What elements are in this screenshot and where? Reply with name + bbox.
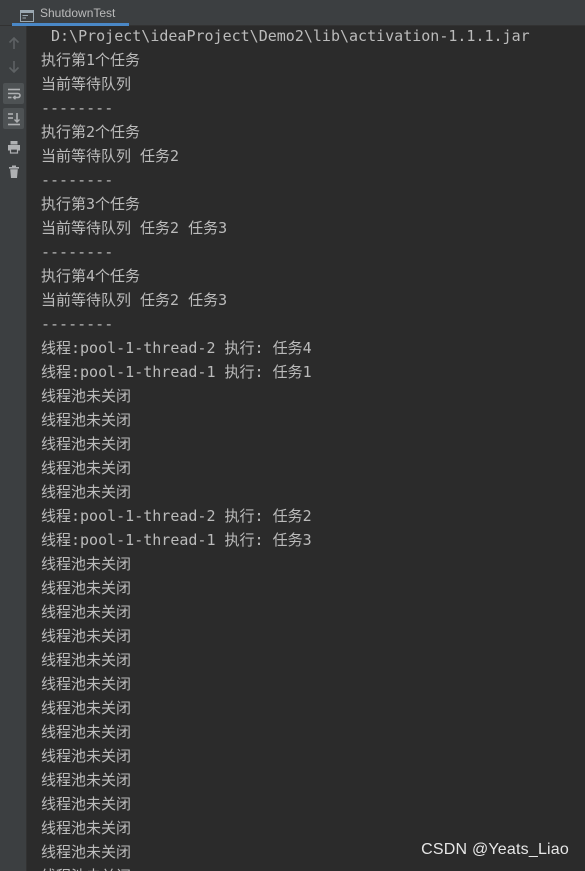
console-line: 线程池未关闭: [41, 435, 132, 453]
console-line: 线程池未关闭: [41, 627, 132, 645]
console-line: 执行第1个任务: [41, 51, 141, 69]
console-output[interactable]: D:\Project\ideaProject\Demo2\lib\activat…: [41, 24, 585, 871]
console-line: 线程池未关闭: [41, 411, 132, 429]
console-line: 线程池未关闭: [41, 723, 132, 741]
console-line: --------: [41, 243, 114, 261]
scroll-to-end-button[interactable]: [3, 108, 24, 129]
tab-bar: ShutdownTest: [0, 0, 585, 26]
console-lines: 执行第1个任务 当前等待队列 -------- 执行第2个任务当前等待队列 任务2 --…: [41, 48, 585, 871]
watermark: CSDN @Yeats_Liao: [421, 841, 569, 858]
console-line: 线程池未关闭: [41, 579, 132, 597]
console-line: 线程:pool-1-thread-1 执行: 任务1: [41, 363, 312, 381]
console-line: 执行第3个任务: [41, 195, 141, 213]
console-line: 线程池未关闭: [41, 771, 132, 789]
console-line: 执行第4个任务: [41, 267, 141, 285]
console-line: 线程池未关闭: [41, 864, 585, 871]
console-line: 线程:pool-1-thread-2 执行: 任务4: [41, 339, 312, 357]
console-line: 当前等待队列: [41, 75, 132, 93]
console-line: --------: [41, 99, 114, 117]
console-toolbar: [0, 26, 27, 871]
console-line: 线程池未关闭: [41, 483, 132, 501]
print-button[interactable]: [3, 136, 24, 157]
console-line: 线程池未关闭: [41, 387, 132, 405]
arrow-up-icon: [8, 36, 20, 50]
run-tool-window: ShutdownTest D:\Project\ideaProject\Demo…: [0, 0, 585, 871]
tab-shutdown-test[interactable]: ShutdownTest: [12, 0, 130, 26]
print-icon: [7, 140, 21, 154]
soft-wrap-icon: [7, 87, 21, 101]
console-line: 线程池未关闭: [41, 555, 132, 573]
up-button[interactable]: [3, 32, 24, 53]
console-line: --------: [41, 315, 114, 333]
console-line: 线程池未关闭: [41, 699, 132, 717]
soft-wrap-button[interactable]: [3, 83, 24, 104]
console-line: 线程池未关闭: [41, 651, 132, 669]
console-line: 执行第2个任务: [41, 123, 141, 141]
arrow-down-icon: [8, 60, 20, 74]
scroll-to-end-icon: [7, 112, 21, 126]
console-line: 线程池未关闭: [41, 795, 132, 813]
console-line: 当前等待队列 任务2 任务3: [41, 219, 228, 237]
console-line: 当前等待队列 任务2 任务3: [41, 291, 228, 309]
clear-button[interactable]: [3, 161, 24, 182]
console-line: 线程:pool-1-thread-1 执行: 任务3: [41, 531, 312, 549]
console-line: --------: [41, 171, 114, 189]
console-line: 线程池未关闭: [41, 675, 132, 693]
down-button[interactable]: [3, 56, 24, 77]
console-line: 线程池未关闭: [41, 459, 132, 477]
tab-title: ShutdownTest: [40, 6, 116, 20]
console-line: 当前等待队列 任务2: [41, 147, 180, 165]
console-icon: [20, 7, 34, 22]
console-line: 线程池未关闭: [41, 603, 132, 621]
trash-icon: [8, 165, 20, 179]
command-line: D:\Project\ideaProject\Demo2\lib\activat…: [51, 27, 530, 45]
console-line: 线程:pool-1-thread-2 执行: 任务2: [41, 507, 312, 525]
console-line: 线程池未关闭: [41, 747, 132, 765]
console-line: 线程池未关闭: [41, 819, 132, 837]
